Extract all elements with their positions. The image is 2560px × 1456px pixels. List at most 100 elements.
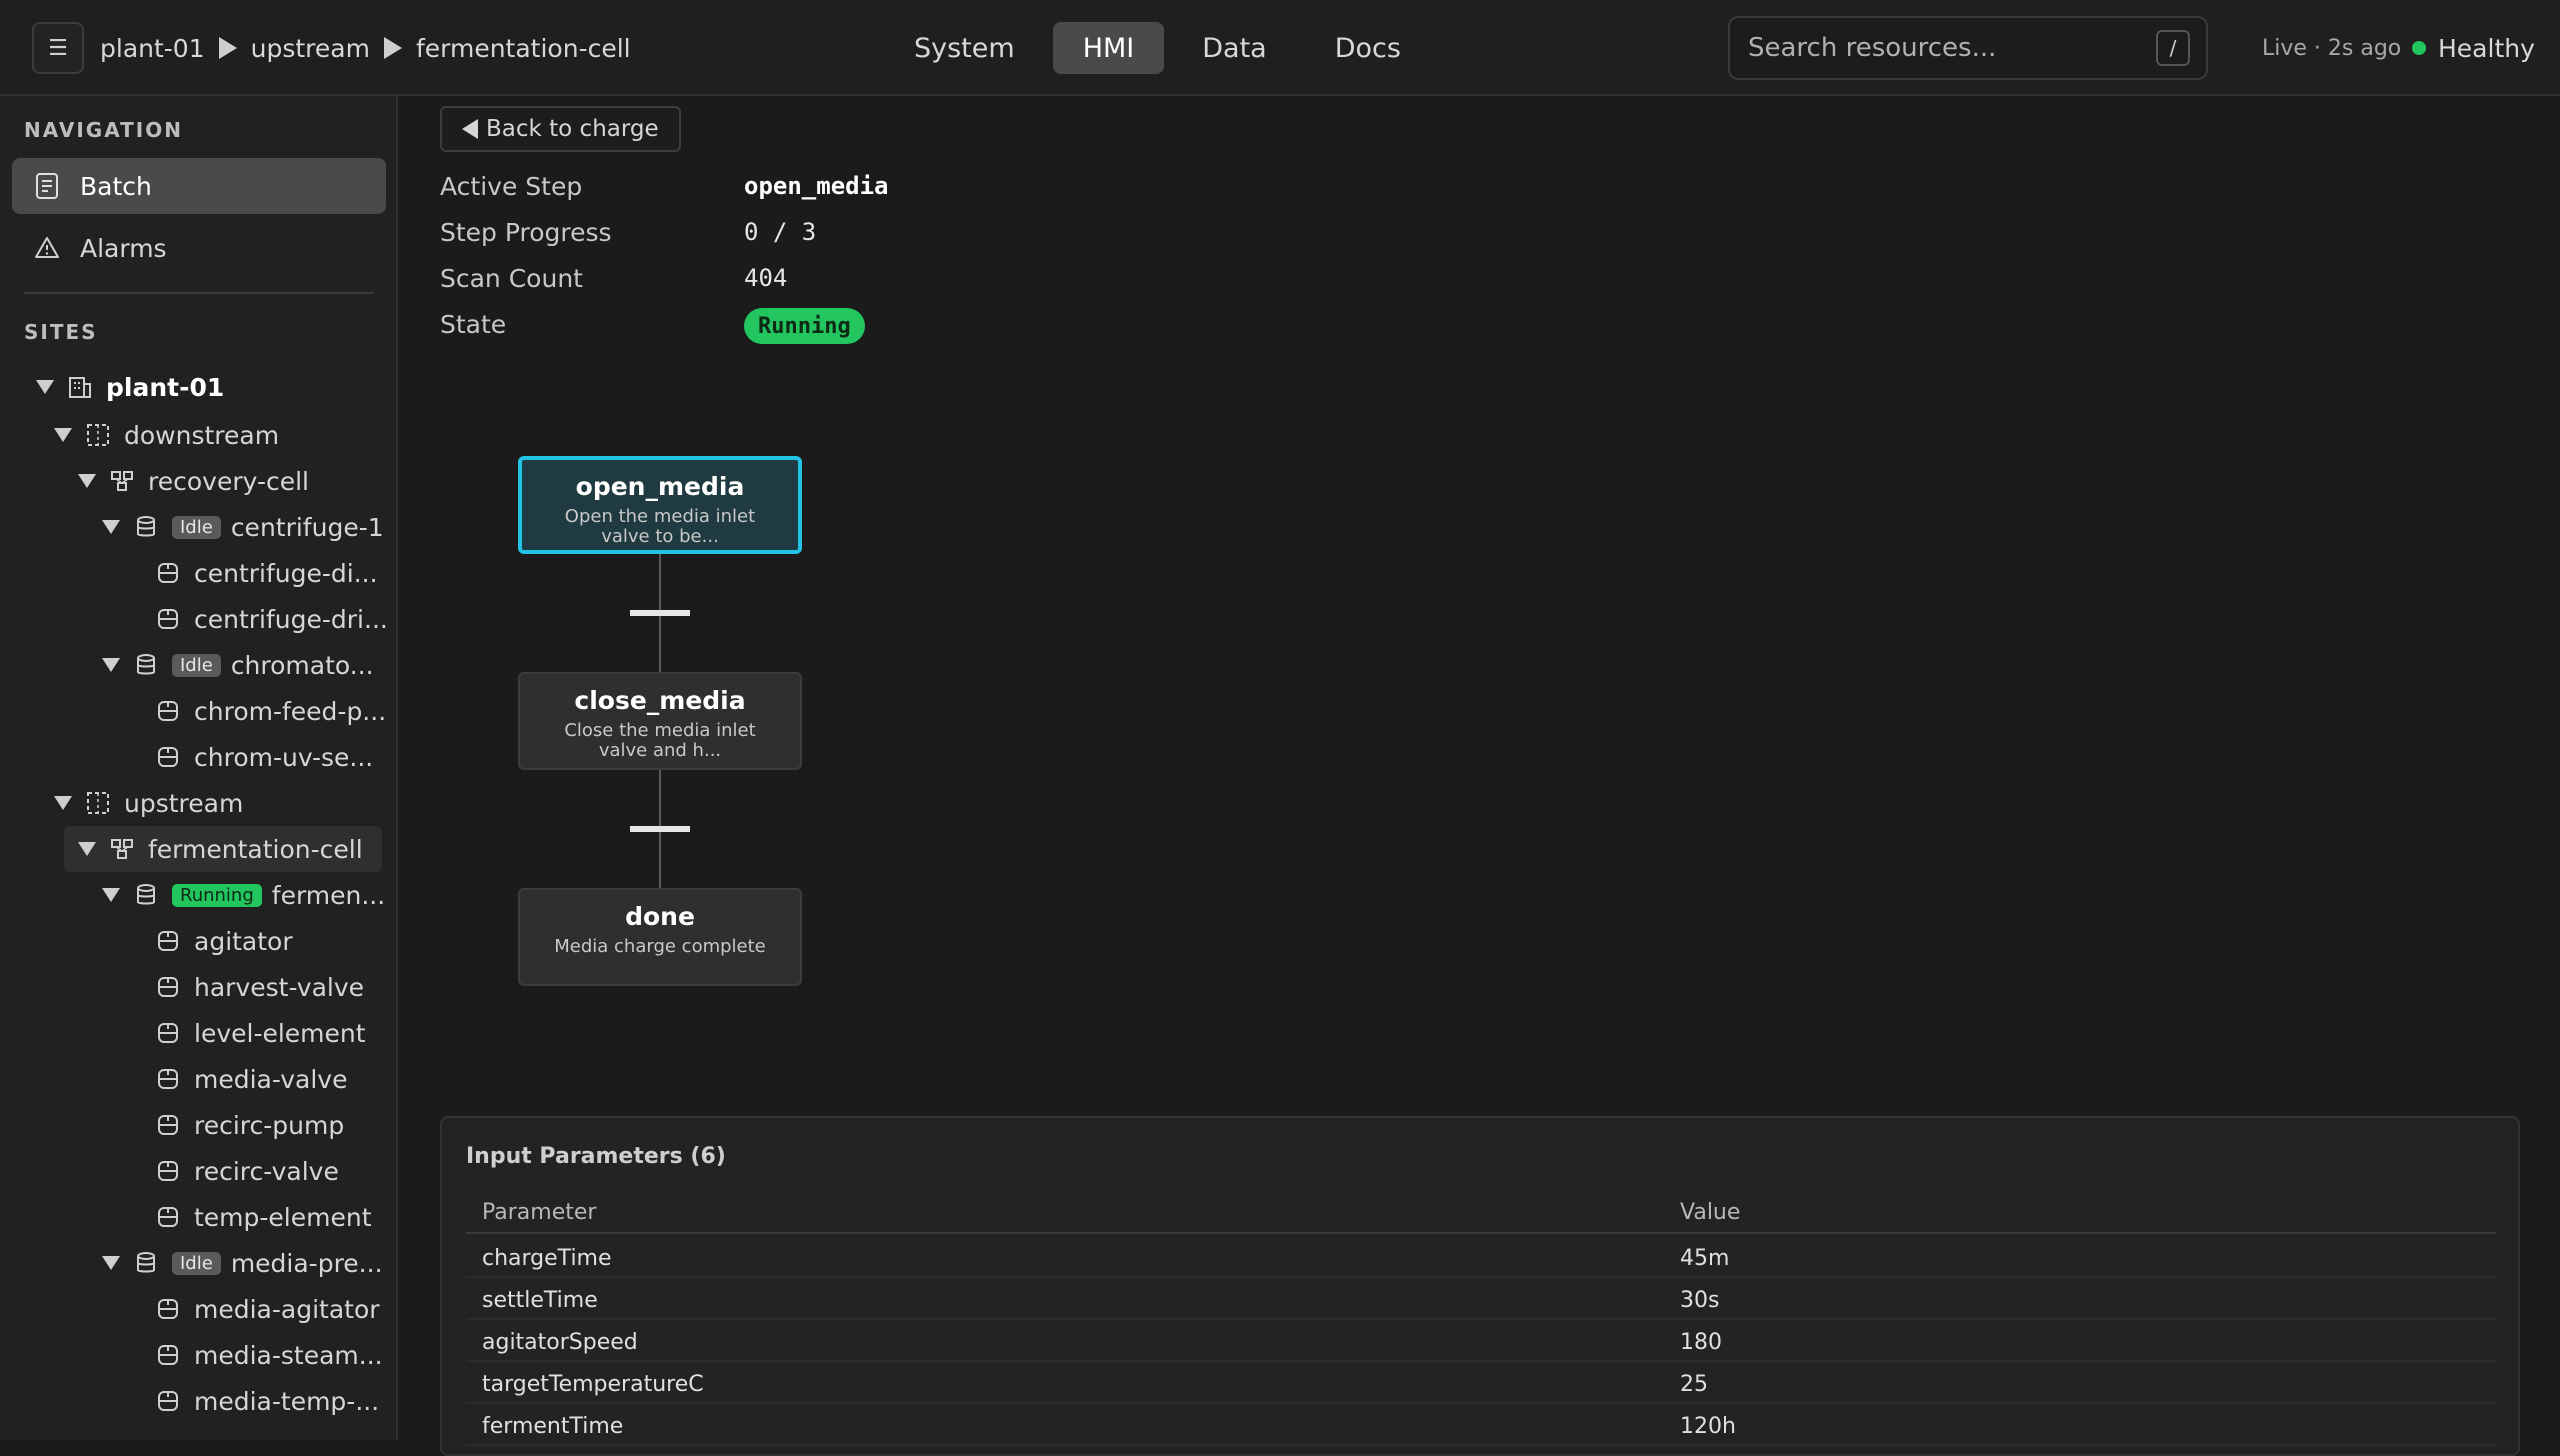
step-transition[interactable] — [630, 610, 690, 616]
tree-item-label: recovery-cell — [148, 466, 309, 496]
top-bar: ☰ plant-01 upstream fermentation-cell Sy… — [0, 0, 2560, 96]
back-button[interactable]: Back to charge — [440, 106, 681, 152]
sidebar-item-batch[interactable]: Batch — [12, 158, 386, 214]
caret-down-icon[interactable] — [102, 520, 120, 534]
step-title: open_media — [575, 472, 745, 501]
device-icon — [156, 607, 180, 631]
status-badge: Idle — [172, 1251, 221, 1275]
search-box: / — [1728, 16, 2208, 80]
tree-item-label: chrom-uv-se... — [194, 742, 374, 772]
state-badge: Running — [744, 308, 865, 344]
live-status: Live · 2s ago — [2262, 35, 2402, 61]
back-button-label: Back to charge — [486, 116, 659, 142]
main-nav: System HMI Data Docs — [884, 22, 1431, 74]
menu-button[interactable]: ☰ — [32, 22, 84, 74]
tree-item-label: centrifuge-di... — [194, 558, 378, 588]
tree-item-label: chrom-feed-p... — [194, 696, 387, 726]
sidebar-item-alarms[interactable]: Alarms — [12, 220, 386, 276]
param-value: 45m — [1680, 1246, 1730, 1271]
device-icon — [156, 745, 180, 769]
tree-item-area[interactable]: downstream — [54, 412, 279, 458]
caret-down-icon[interactable] — [102, 1256, 120, 1270]
caret-down-icon[interactable] — [102, 658, 120, 672]
caret-down-icon[interactable] — [36, 380, 54, 394]
panel-title: Input Parameters (6) — [466, 1144, 726, 1169]
caret-down-icon[interactable] — [78, 474, 96, 488]
param-value: 180 — [1680, 1330, 1722, 1355]
caret-down-icon[interactable] — [54, 796, 72, 810]
tree-item-device[interactable]: media-temp-... — [156, 1378, 379, 1424]
tab-system[interactable]: System — [884, 22, 1045, 74]
tree-item-device[interactable]: media-agitator — [156, 1286, 380, 1332]
breadcrumb-separator-icon — [218, 37, 237, 59]
table-row[interactable]: targetTemperatureC 25 — [466, 1362, 2496, 1404]
tree-item-label: downstream — [124, 420, 280, 450]
table-row[interactable]: settleTime 30s — [466, 1278, 2496, 1320]
tree-item-unit[interactable]: Idle centrifuge-1 — [102, 504, 384, 550]
search-input[interactable] — [1748, 18, 2148, 78]
table-row[interactable]: agitatorSpeed 180 — [466, 1320, 2496, 1362]
breadcrumb: plant-01 upstream fermentation-cell — [100, 0, 631, 96]
sidebar-divider — [24, 292, 374, 294]
tab-hmi[interactable]: HMI — [1052, 22, 1165, 74]
tree-item-device[interactable]: media-steam... — [156, 1332, 383, 1378]
step-progress-value: 0 / 3 — [744, 218, 817, 246]
tree-item-device[interactable]: temp-element — [156, 1194, 372, 1240]
cell-icon — [110, 837, 134, 861]
tree-item-device[interactable]: recirc-valve — [156, 1148, 339, 1194]
step-node-done[interactable]: done Media charge complete — [518, 888, 802, 986]
database-icon — [134, 883, 158, 907]
tree-item-area[interactable]: upstream — [54, 780, 243, 826]
step-node-close-media[interactable]: close_media Close the media inlet valve … — [518, 672, 802, 770]
table-header: Parameter Value — [466, 1190, 2496, 1234]
tree-item-device[interactable]: level-element — [156, 1010, 366, 1056]
tree-item-label: centrifuge-1 — [230, 512, 384, 542]
device-icon — [156, 699, 180, 723]
tree-item-device[interactable]: agitator — [156, 918, 293, 964]
sites-section-label: SITES — [24, 320, 98, 344]
tree-item-label: media-steam... — [194, 1340, 383, 1370]
tree-item-unit[interactable]: Running fermen... — [102, 872, 385, 918]
step-description: Open the media inlet valve to be... — [564, 506, 756, 547]
tree-item-label: chromato... — [230, 650, 374, 680]
tree-item-cell-selected[interactable]: fermentation-cell — [64, 826, 382, 872]
tree-item-cell[interactable]: recovery-cell — [78, 458, 309, 504]
tree-item-device[interactable]: chrom-uv-se... — [156, 734, 373, 780]
back-arrow-icon — [462, 119, 478, 139]
step-transition[interactable] — [630, 826, 690, 832]
device-icon — [156, 1159, 180, 1183]
tree-item-device[interactable]: chrom-feed-p... — [156, 688, 386, 734]
caret-down-icon[interactable] — [78, 842, 96, 856]
tree-item-site[interactable]: plant-01 — [36, 364, 224, 410]
tree-item-device[interactable]: recirc-pump — [156, 1102, 344, 1148]
tree-item-device[interactable]: centrifuge-dri... — [156, 596, 388, 642]
device-icon — [156, 1343, 180, 1367]
status-badge: Running — [172, 883, 262, 907]
tab-docs[interactable]: Docs — [1305, 22, 1431, 74]
param-name: settleTime — [482, 1288, 598, 1313]
breadcrumb-item[interactable]: upstream — [251, 34, 370, 63]
table-row[interactable]: chargeTime 45m — [466, 1236, 2496, 1278]
param-name: fermentTime — [482, 1414, 624, 1439]
breadcrumb-separator-icon — [383, 37, 402, 59]
tree-item-unit[interactable]: Idle chromato... — [102, 642, 374, 688]
caret-down-icon[interactable] — [102, 888, 120, 902]
column-header: Parameter — [482, 1200, 597, 1225]
tree-item-unit[interactable]: Idle media-pre... — [102, 1240, 383, 1286]
device-icon — [156, 1389, 180, 1413]
tree-item-device[interactable]: harvest-valve — [156, 964, 364, 1010]
tree-item-device[interactable]: media-valve — [156, 1056, 347, 1102]
field-label: Scan Count — [440, 264, 583, 293]
breadcrumb-item[interactable]: plant-01 — [100, 34, 205, 63]
tab-data[interactable]: Data — [1172, 22, 1296, 74]
tree-item-label: fermentation-cell — [148, 834, 363, 864]
tree-item-device[interactable]: centrifuge-di... — [156, 550, 378, 596]
device-icon — [156, 975, 180, 999]
breadcrumb-item[interactable]: fermentation-cell — [416, 34, 631, 63]
status-badge: Idle — [172, 515, 221, 539]
caret-down-icon[interactable] — [54, 428, 72, 442]
step-title: close_media — [574, 686, 746, 715]
step-node-open-media[interactable]: open_media Open the media inlet valve to… — [518, 456, 802, 554]
sidebar-item-label: Batch — [80, 171, 152, 201]
status-badge: Idle — [172, 653, 221, 677]
